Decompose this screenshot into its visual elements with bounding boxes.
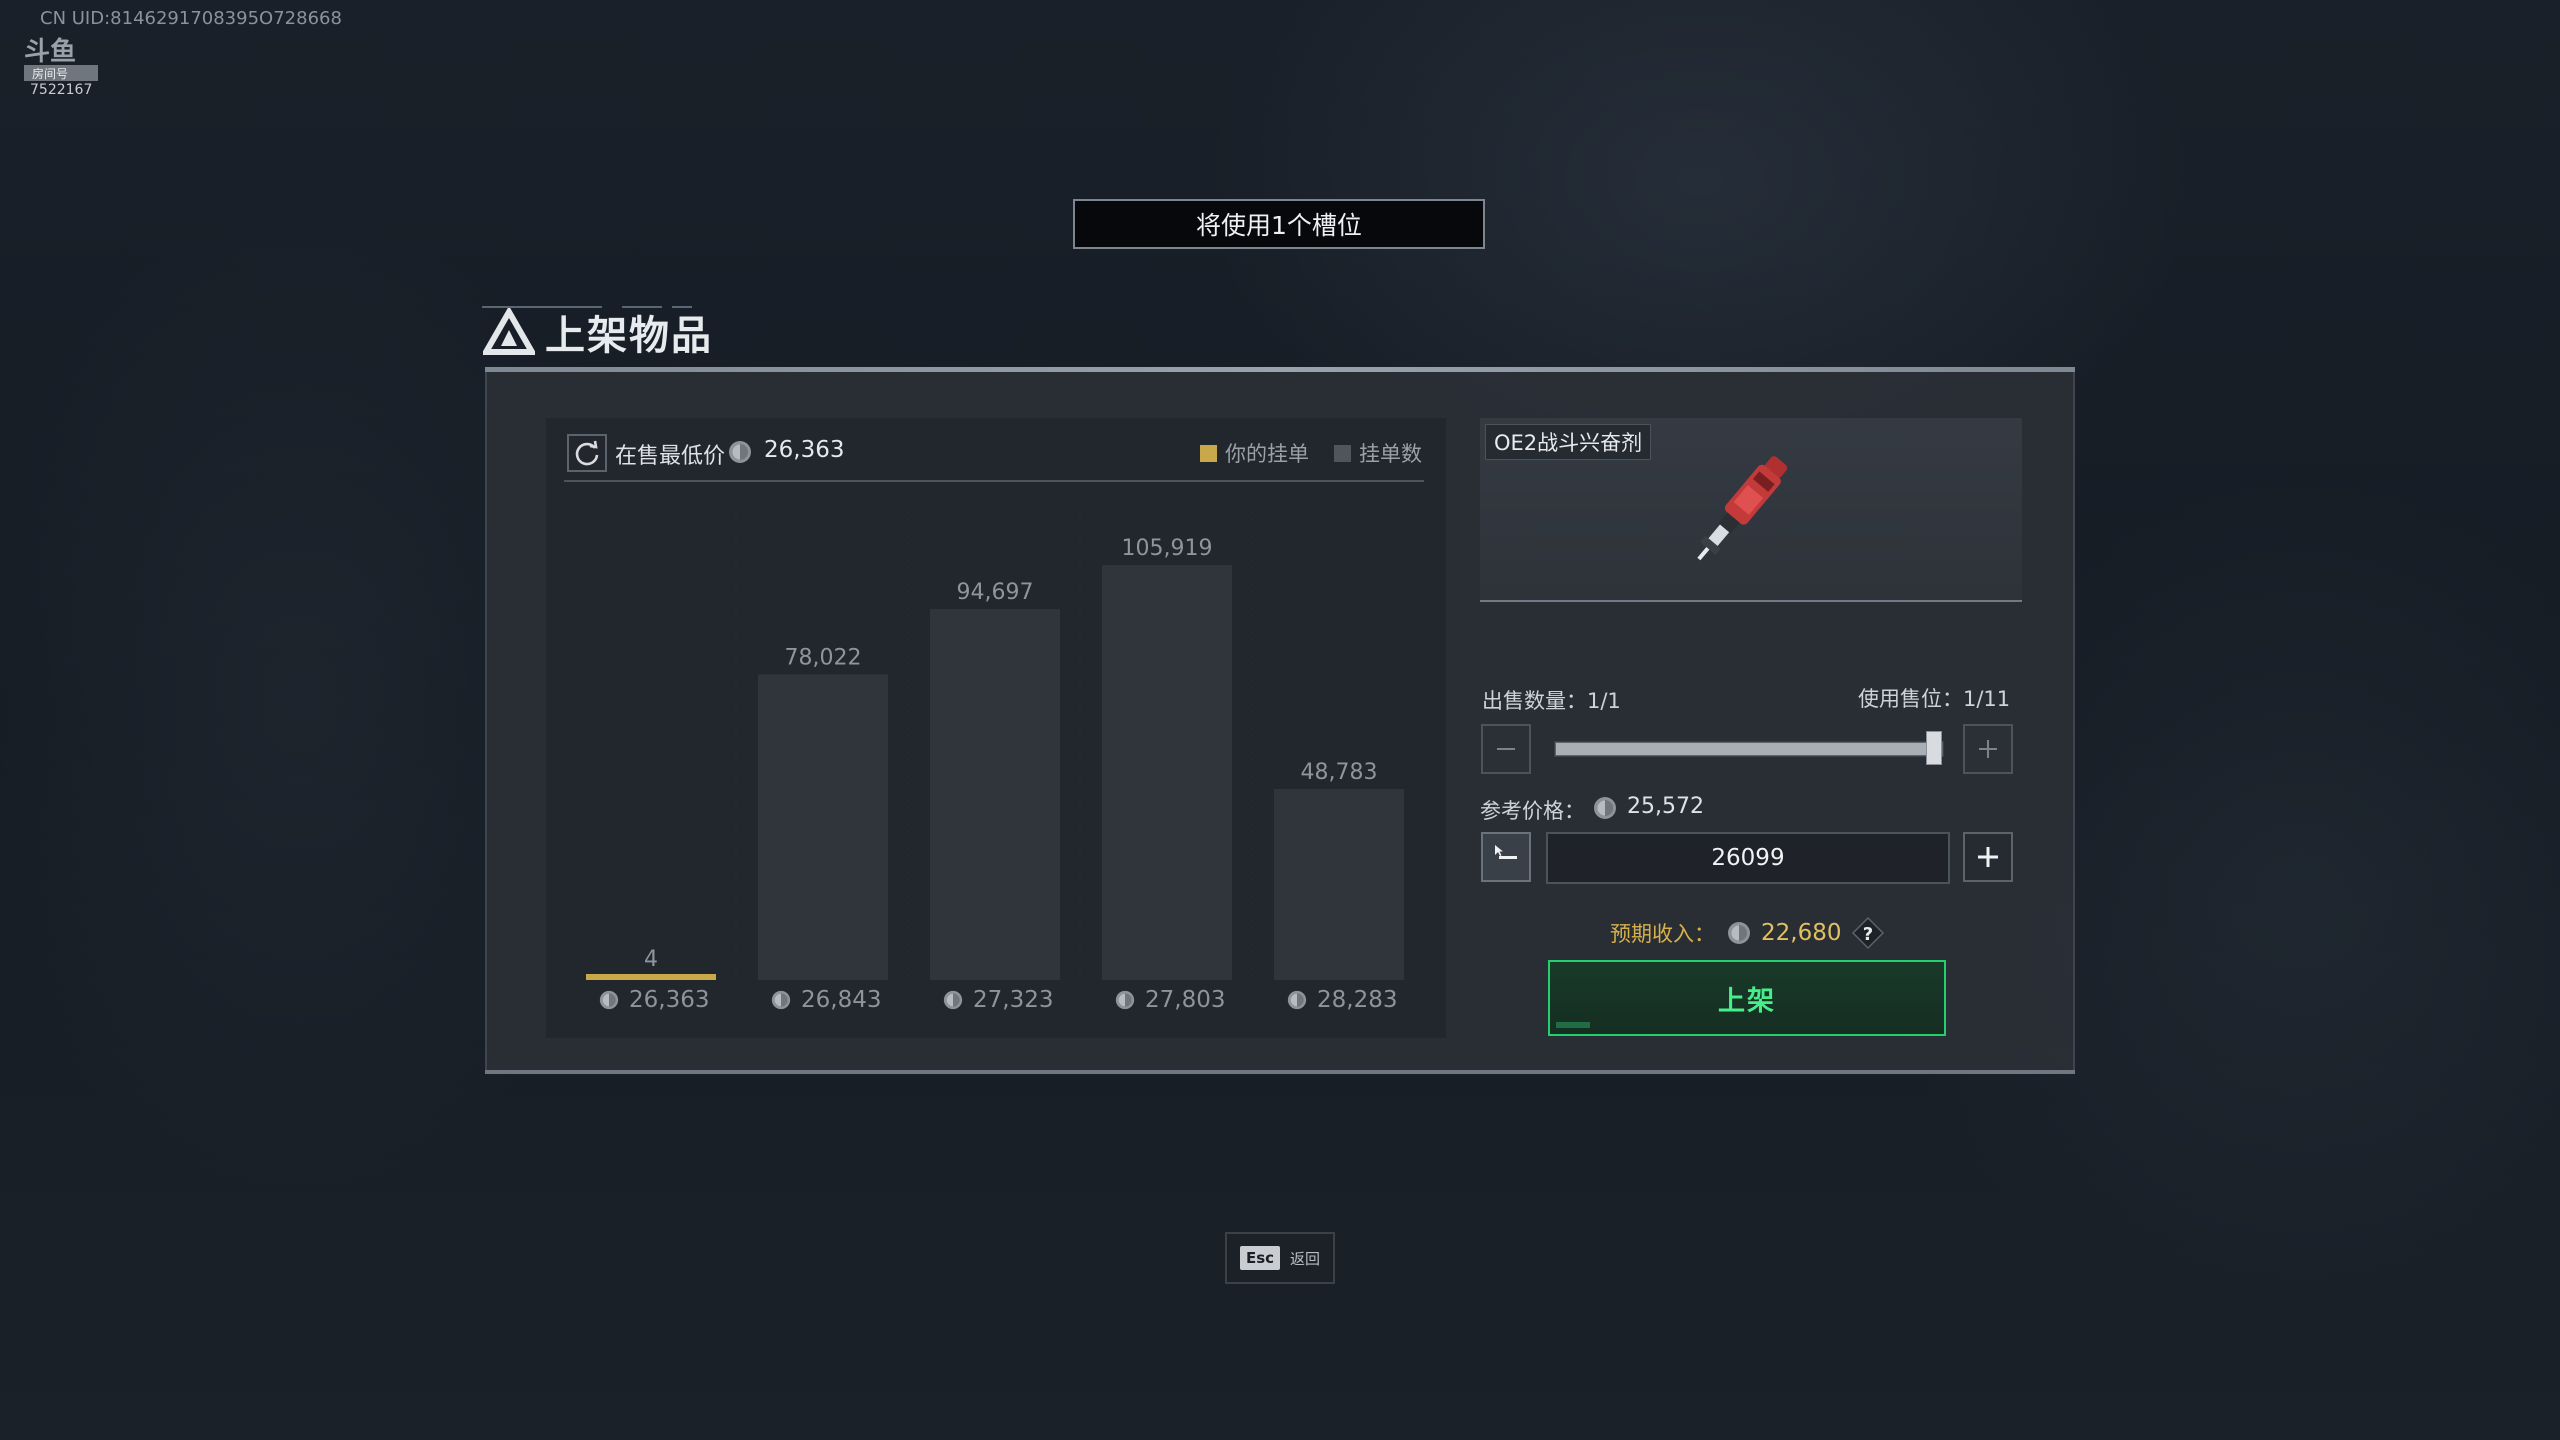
red-syringe-icon [1697, 456, 1788, 561]
delta-logo-icon [483, 308, 535, 355]
svg-text:?: ? [1863, 924, 1873, 945]
price-tick-text: 27,803 [1145, 987, 1226, 1013]
slot-usage-banner: 将使用1个槽位 [1073, 199, 1485, 249]
refresh-icon [575, 440, 599, 466]
coin-icon [1594, 797, 1616, 819]
minus-icon [1495, 845, 1517, 859]
minus-icon [1497, 748, 1515, 750]
price-decrease-button[interactable] [1481, 832, 1531, 882]
slot-usage-label: 使用售位：1/11 [1858, 687, 2011, 711]
listing-count-bar [1274, 788, 1404, 980]
bar-value-label: 78,022 [785, 645, 862, 670]
listing-count-bar [930, 609, 1060, 980]
price-tick-text: 26,363 [629, 987, 710, 1013]
price-tick-label: 26,363 [599, 987, 709, 1013]
page-title: 上架物品 [545, 313, 713, 359]
back-button[interactable]: Esc 返回 [1225, 1232, 1335, 1284]
plus-icon [1978, 847, 1998, 867]
coin-icon [1728, 922, 1750, 944]
bar-value-label: 105,919 [1122, 536, 1213, 561]
listing-count-bar [758, 674, 888, 980]
bar-value-label: 94,697 [957, 580, 1034, 605]
panel-bottom-border [485, 1070, 2075, 1074]
coin-icon [599, 990, 619, 1010]
page-title-group: 上架物品 [483, 302, 713, 362]
lowest-price-label: 在售最低价 [615, 444, 726, 469]
coin-icon [771, 990, 791, 1010]
room-id-text: 7522167 [30, 82, 93, 98]
uid-text: CN UID:8146291708395O728668 [40, 8, 342, 29]
esc-key-badge: Esc [1239, 1246, 1281, 1270]
quantity-increase-button[interactable] [1963, 724, 2013, 774]
svg-text:斗鱼: 斗鱼 [24, 37, 76, 67]
legend-listing-count: 挂单数 [1334, 438, 1422, 468]
item-name: OE2战斗兴奋剂 [1485, 424, 1652, 460]
price-tick-label: 27,803 [1115, 987, 1225, 1013]
quantity-decrease-button[interactable] [1481, 724, 1531, 774]
price-tick-label: 27,323 [943, 987, 1053, 1013]
legend-listing-count-label: 挂单数 [1359, 442, 1422, 466]
price-tick-text: 28,283 [1317, 987, 1398, 1013]
quantity-slider-handle[interactable] [1926, 731, 1942, 765]
your-listing-bar [586, 974, 716, 980]
legend-your-listing-label: 你的挂单 [1225, 442, 1309, 466]
quantity-slider-fill [1556, 743, 1934, 755]
price-tick-label: 28,283 [1287, 987, 1397, 1013]
bar-value-label: 48,783 [1301, 760, 1378, 785]
back-label: 返回 [1290, 1249, 1321, 1268]
expected-income-label: 预期收入： [1610, 922, 1715, 946]
svg-text:房间号: 房间号 [32, 66, 68, 81]
legend-swatch-gray [1334, 444, 1351, 462]
listing-count-bar [1102, 565, 1232, 980]
sell-quantity-label: 出售数量：1/1 [1482, 689, 1621, 713]
price-tick-label: 26,843 [771, 987, 881, 1013]
coin-icon [1287, 990, 1307, 1010]
price-input[interactable] [1546, 832, 1950, 884]
list-item-button[interactable]: 上架 [1548, 960, 1946, 1036]
help-icon[interactable]: ? [1851, 916, 1885, 950]
reference-price-label: 参考价格： [1480, 799, 1585, 823]
bar-value-label: 4 [644, 947, 658, 972]
coin-icon [1115, 990, 1135, 1010]
price-increase-button[interactable] [1963, 832, 2013, 882]
item-card-underline [1480, 600, 2022, 602]
price-tick-text: 27,323 [973, 987, 1054, 1013]
refresh-button[interactable] [567, 434, 607, 472]
coin-icon [729, 441, 751, 463]
listing-bar-chart: 4 78,022 94,697 105,919 48,783 [586, 500, 1404, 980]
lowest-price-value: 26,363 [764, 437, 845, 463]
stream-watermark: CN UID:8146291708395O728668 斗鱼 房间号 75221… [22, 6, 402, 106]
chart-header-divider [564, 480, 1424, 482]
plus-icon [1979, 740, 1997, 758]
reference-price-value: 25,572 [1627, 794, 1704, 819]
legend-swatch-gold [1200, 444, 1217, 462]
price-tick-text: 26,843 [801, 987, 882, 1013]
coin-icon [943, 990, 963, 1010]
button-corner-mark [1556, 1022, 1590, 1028]
legend-your-listing: 你的挂单 [1200, 438, 1309, 468]
expected-income-row: 预期收入： 22,680 ? [1610, 916, 1885, 950]
expected-income-value: 22,680 [1761, 920, 1842, 946]
